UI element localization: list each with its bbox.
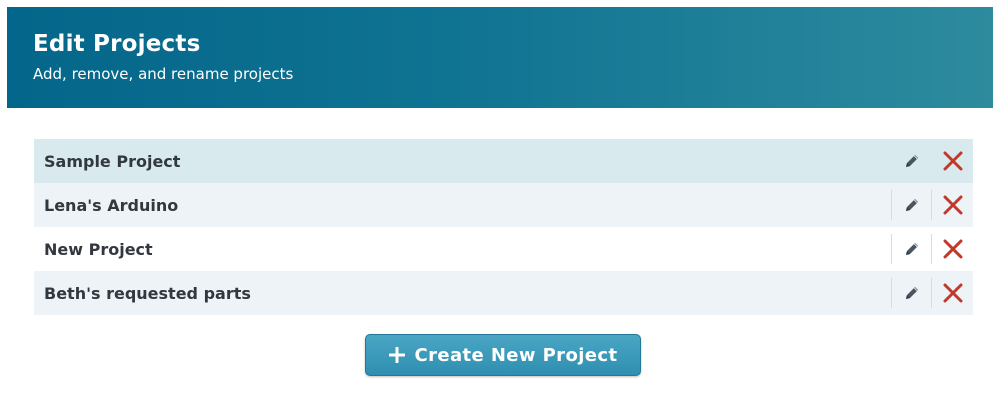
delete-project-button[interactable]: [931, 278, 973, 308]
row-actions: [891, 139, 973, 183]
close-x-icon: [943, 239, 962, 259]
rename-project-button[interactable]: [891, 146, 931, 176]
row-actions: [891, 271, 973, 315]
project-name: Lena's Arduino: [44, 195, 179, 215]
project-row-lenas-arduino[interactable]: Lena's Arduino: [34, 183, 973, 227]
page-subtitle: Add, remove, and rename projects: [33, 65, 294, 83]
rename-project-button[interactable]: [891, 234, 931, 264]
pencil-icon: [905, 155, 918, 167]
project-name: Beth's requested parts: [44, 283, 251, 303]
pencil-icon: [905, 243, 918, 255]
pencil-icon: [905, 287, 918, 299]
delete-project-button[interactable]: [931, 234, 973, 264]
project-row-new-project[interactable]: New Project: [34, 227, 973, 271]
project-row-sample-project[interactable]: Sample Project: [34, 139, 973, 183]
project-name: New Project: [44, 239, 153, 259]
close-x-icon: [943, 151, 962, 171]
create-button-label: Create New Project: [414, 344, 618, 366]
plus-icon: [388, 347, 405, 363]
rename-project-button[interactable]: [891, 190, 931, 220]
page-title: Edit Projects: [33, 31, 201, 57]
page-header: Edit Projects Add, remove, and rename pr…: [7, 7, 993, 108]
close-x-icon: [943, 283, 962, 303]
pencil-icon: [905, 199, 918, 211]
project-list: Sample Project Lena's Arduino New Projec…: [34, 139, 973, 315]
rename-project-button[interactable]: [891, 278, 931, 308]
project-row-beths-requested-parts[interactable]: Beth's requested parts: [34, 271, 973, 315]
delete-project-button[interactable]: [931, 146, 973, 176]
project-name: Sample Project: [44, 151, 181, 171]
close-x-icon: [943, 195, 962, 215]
edit-projects-panel: Edit Projects Add, remove, and rename pr…: [0, 0, 993, 413]
create-new-project-button[interactable]: Create New Project: [365, 334, 641, 376]
delete-project-button[interactable]: [931, 190, 973, 220]
row-actions: [891, 183, 973, 227]
row-actions: [891, 227, 973, 271]
